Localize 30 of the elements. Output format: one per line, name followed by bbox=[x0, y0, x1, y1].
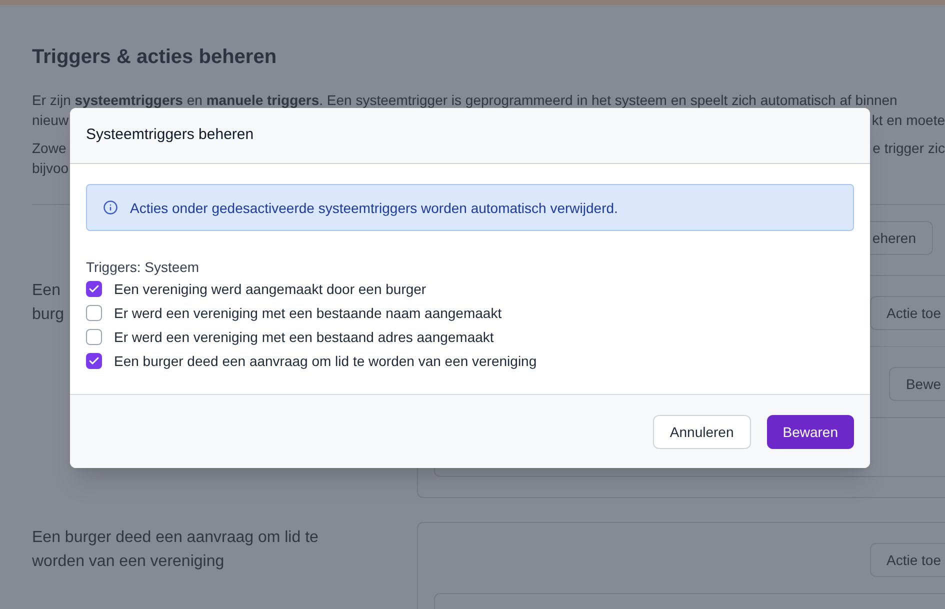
checkbox[interactable] bbox=[86, 353, 102, 369]
alert-text: Acties onder gedesactiveerde systeemtriggers worden automatisch verwijderd. bbox=[130, 198, 618, 218]
checkbox[interactable] bbox=[86, 329, 102, 345]
intro-text: Zowe bbox=[32, 139, 66, 158]
dialog-title: Systeemtriggers beheren bbox=[86, 125, 254, 146]
check-icon bbox=[88, 355, 100, 367]
trigger-label: burg bbox=[32, 305, 64, 325]
trigger-option-label: Een vereniging werd aangemaakt door een burger bbox=[114, 280, 426, 299]
trigger-option-label: Er werd een vereniging met een bestaande naam aangemaakt bbox=[114, 304, 502, 323]
checkbox[interactable] bbox=[86, 281, 102, 297]
trigger-label: Een burger deed een aanvraag om lid te bbox=[32, 528, 318, 548]
intro-text: Er zijn systeemtriggers en manuele triggers. Een systeemtrigger is geprogrammeerd in het systeem en speelt zich automatisch af binnen bbox=[32, 91, 898, 110]
intro-text: bijvoo bbox=[32, 159, 69, 178]
trigger-option-label: Een burger deed een aanvraag om lid te worden van een vereniging bbox=[114, 352, 537, 371]
action-button[interactable]: Actie toe bbox=[870, 296, 945, 330]
intro-text: kt en moete bbox=[872, 111, 945, 130]
cancel-button[interactable]: Annuleren bbox=[652, 414, 751, 448]
group-label: Triggers: Systeem bbox=[86, 258, 200, 277]
page-title: Triggers & acties beheren bbox=[32, 45, 277, 70]
checkbox[interactable] bbox=[86, 305, 102, 321]
trigger-label: worden van een vereniging bbox=[32, 552, 224, 572]
action-button[interactable]: Bewe bbox=[888, 367, 945, 401]
intro-text: e trigger zic bbox=[872, 139, 945, 158]
trigger-option-label: Er werd een vereniging met een bestaand adres aangemaakt bbox=[114, 328, 494, 347]
trigger-label: Een bbox=[32, 281, 60, 301]
action-button[interactable]: Actie toe bbox=[870, 543, 945, 577]
save-button[interactable]: Bewaren bbox=[766, 414, 854, 448]
info-icon bbox=[103, 200, 118, 215]
intro-text: nieuw bbox=[32, 111, 69, 130]
check-icon bbox=[88, 283, 100, 295]
